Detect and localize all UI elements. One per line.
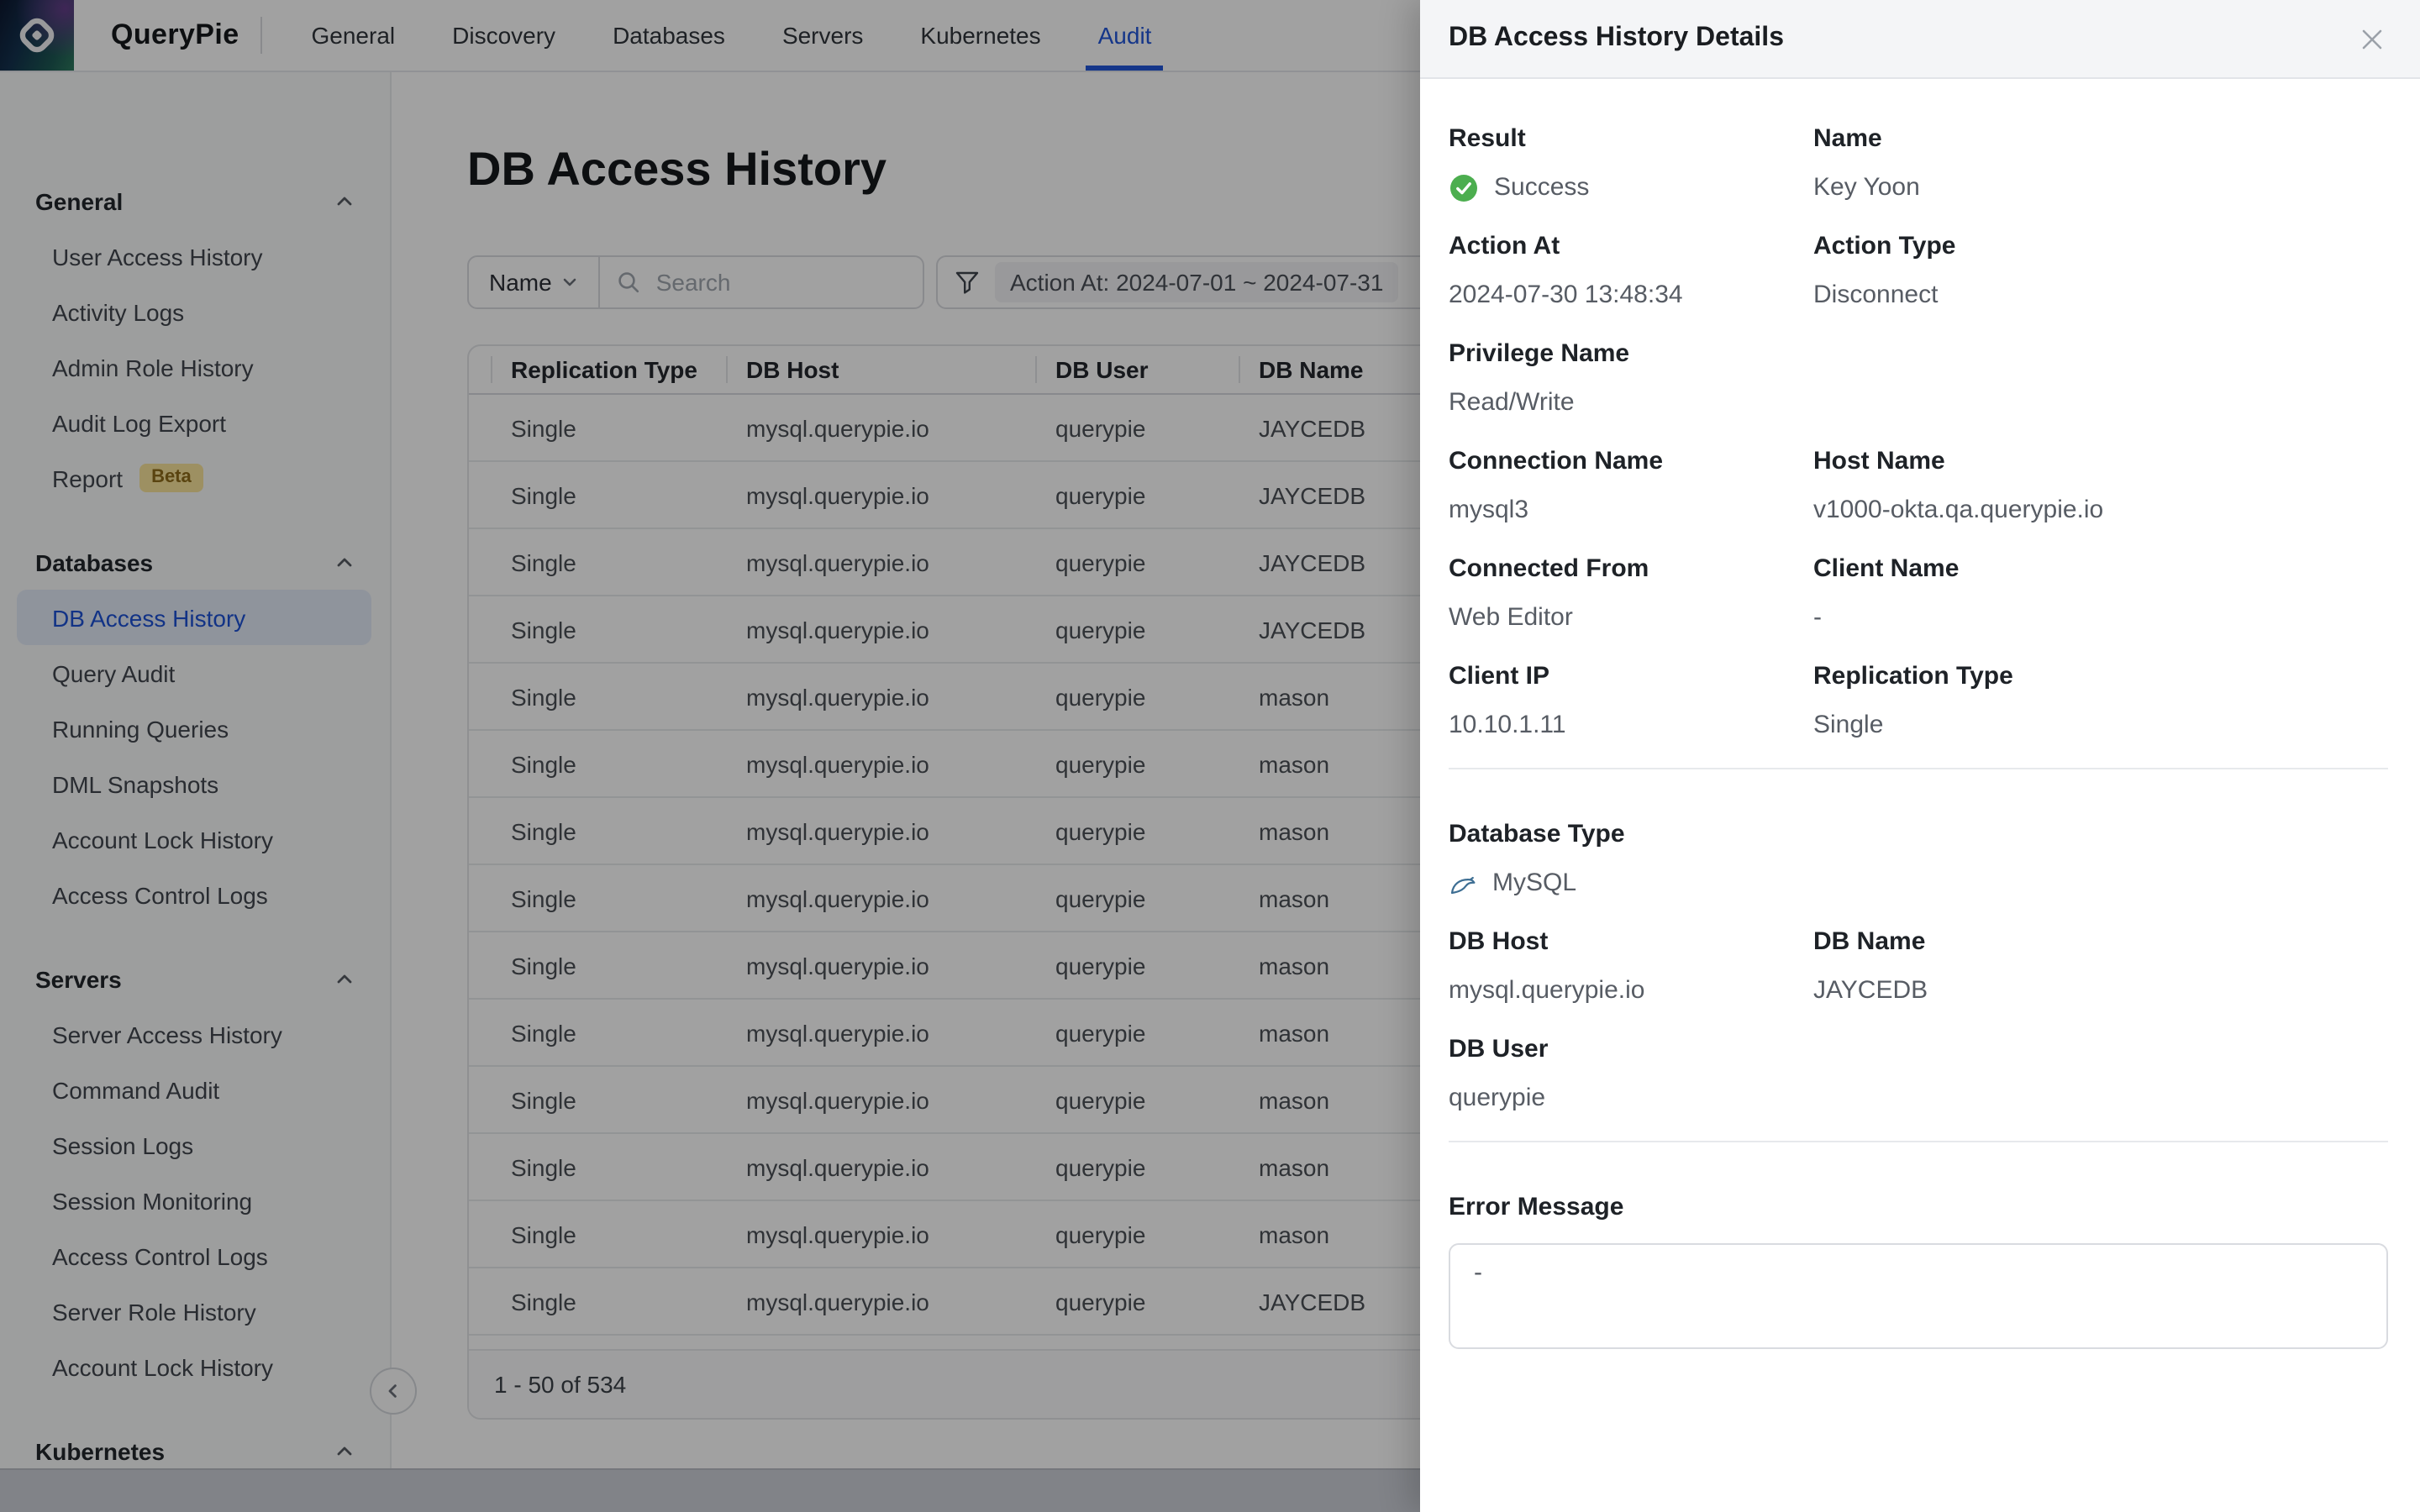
field-db-user: DB User querypie xyxy=(1449,1033,1813,1116)
section-divider xyxy=(1449,1141,2388,1142)
field-label-db-host: DB Host xyxy=(1449,926,1813,959)
close-button[interactable] xyxy=(2354,22,2388,55)
field-client-name: Client Name - xyxy=(1813,553,2388,635)
success-check-icon xyxy=(1449,173,1479,203)
field-value-text: Single xyxy=(1813,709,1883,743)
field-value-text: 10.10.1.11 xyxy=(1449,709,1566,743)
field-label-action-type: Action Type xyxy=(1813,230,2388,264)
field-value-replication-type: Single xyxy=(1813,709,2388,743)
field-replication-type: Replication Type Single xyxy=(1813,660,2388,743)
field-privilege-name: Privilege Name Read/Write xyxy=(1449,338,1813,420)
field-label-replication-type: Replication Type xyxy=(1813,660,2388,694)
field-value-client-name: - xyxy=(1813,601,2388,635)
detail-row: Client IP 10.10.1.11 Replication Type Singl… xyxy=(1449,660,2388,743)
field-connection-name: Connection Name mysql3 xyxy=(1449,445,1813,528)
field-db-host: DB Host mysql.querypie.io xyxy=(1449,926,1813,1008)
section-divider xyxy=(1449,768,2388,769)
field-label-client-ip: Client IP xyxy=(1449,660,1813,694)
field-value-text: Key Yoon xyxy=(1813,171,1920,205)
mysql-dolphin-icon xyxy=(1449,869,1477,898)
field-value-text: v1000-okta.qa.querypie.io xyxy=(1813,494,2103,528)
drawer-body: Result Success Name Key YoonAction At 2024-0… xyxy=(1420,79,2420,1349)
field-label-connected-from: Connected From xyxy=(1449,553,1813,586)
field-connected-from: Connected From Web Editor xyxy=(1449,553,1813,635)
field-value-text: querypie xyxy=(1449,1082,1545,1116)
field-label-host-name: Host Name xyxy=(1813,445,2388,479)
field-value-text: Read/Write xyxy=(1449,386,1575,420)
detail-row: Database Type MySQL xyxy=(1449,818,2388,900)
field-value-db-user: querypie xyxy=(1449,1082,1813,1116)
field-name: Name Key Yoon xyxy=(1813,123,2388,205)
field-value-text: JAYCEDB xyxy=(1813,974,1928,1008)
field-value-action-at: 2024-07-30 13:48:34 xyxy=(1449,279,1813,312)
field-value-action-type: Disconnect xyxy=(1813,279,2388,312)
detail-row: DB User querypie xyxy=(1449,1033,2388,1116)
details-drawer: DB Access History Details Result Success N… xyxy=(1420,0,2420,1512)
field-value-connected-from: Web Editor xyxy=(1449,601,1813,635)
detail-row: DB Host mysql.querypie.io DB Name JAYCEDB xyxy=(1449,926,2388,1008)
field-action-at: Action At 2024-07-30 13:48:34 xyxy=(1449,230,1813,312)
field-value-client-ip: 10.10.1.11 xyxy=(1449,709,1813,743)
field-database-type: Database Type MySQL xyxy=(1449,818,1813,900)
field-value-db-host: mysql.querypie.io xyxy=(1449,974,1813,1008)
field-value-text: mysql.querypie.io xyxy=(1449,974,1644,1008)
field-label-action-at: Action At xyxy=(1449,230,1813,264)
field-value-text: - xyxy=(1813,601,1822,635)
field-label-db-name: DB Name xyxy=(1813,926,2388,959)
close-icon xyxy=(2359,26,2384,51)
field-label-privilege-name: Privilege Name xyxy=(1449,338,1813,371)
field-value-host-name: v1000-okta.qa.querypie.io xyxy=(1813,494,2388,528)
error-message-label: Error Message xyxy=(1449,1191,2388,1225)
field-label-client-name: Client Name xyxy=(1813,553,2388,586)
field-value-text: Disconnect xyxy=(1813,279,1938,312)
field-value-result: Success xyxy=(1449,171,1813,205)
drawer-title: DB Access History Details xyxy=(1449,24,1784,54)
field-value-text: 2024-07-30 13:48:34 xyxy=(1449,279,1683,312)
detail-row: Connected From Web Editor Client Name - xyxy=(1449,553,2388,635)
field-host-name: Host Name v1000-okta.qa.querypie.io xyxy=(1813,445,2388,528)
field-value-db-name: JAYCEDB xyxy=(1813,974,2388,1008)
field-label-result: Result xyxy=(1449,123,1813,156)
field-label-db-user: DB User xyxy=(1449,1033,1813,1067)
field-value-privilege-name: Read/Write xyxy=(1449,386,1813,420)
field-value-text: MySQL xyxy=(1492,867,1576,900)
app-window: QueryPie GeneralDiscoveryDatabasesServer… xyxy=(0,0,2420,1512)
field-result: Result Success xyxy=(1449,123,1813,205)
field-value-text: mysql3 xyxy=(1449,494,1528,528)
error-message-box: - xyxy=(1449,1243,2388,1349)
detail-row: Result Success Name Key Yoon xyxy=(1449,123,2388,205)
detail-row: Privilege Name Read/Write xyxy=(1449,338,2388,420)
detail-row: Action At 2024-07-30 13:48:34 Action Type D… xyxy=(1449,230,2388,312)
field-db-name: DB Name JAYCEDB xyxy=(1813,926,2388,1008)
field-value-text: Web Editor xyxy=(1449,601,1573,635)
field-client-ip: Client IP 10.10.1.11 xyxy=(1449,660,1813,743)
field-value-name: Key Yoon xyxy=(1813,171,2388,205)
field-label-connection-name: Connection Name xyxy=(1449,445,1813,479)
field-label-name: Name xyxy=(1813,123,2388,156)
field-label-database-type: Database Type xyxy=(1449,818,1813,852)
field-value-text: Success xyxy=(1494,171,1589,205)
field-action-type: Action Type Disconnect xyxy=(1813,230,2388,312)
detail-row: Connection Name mysql3 Host Name v1000-okta… xyxy=(1449,445,2388,528)
field-value-database-type: MySQL xyxy=(1449,867,1813,900)
field-value-connection-name: mysql3 xyxy=(1449,494,1813,528)
drawer-header: DB Access History Details xyxy=(1420,0,2420,79)
